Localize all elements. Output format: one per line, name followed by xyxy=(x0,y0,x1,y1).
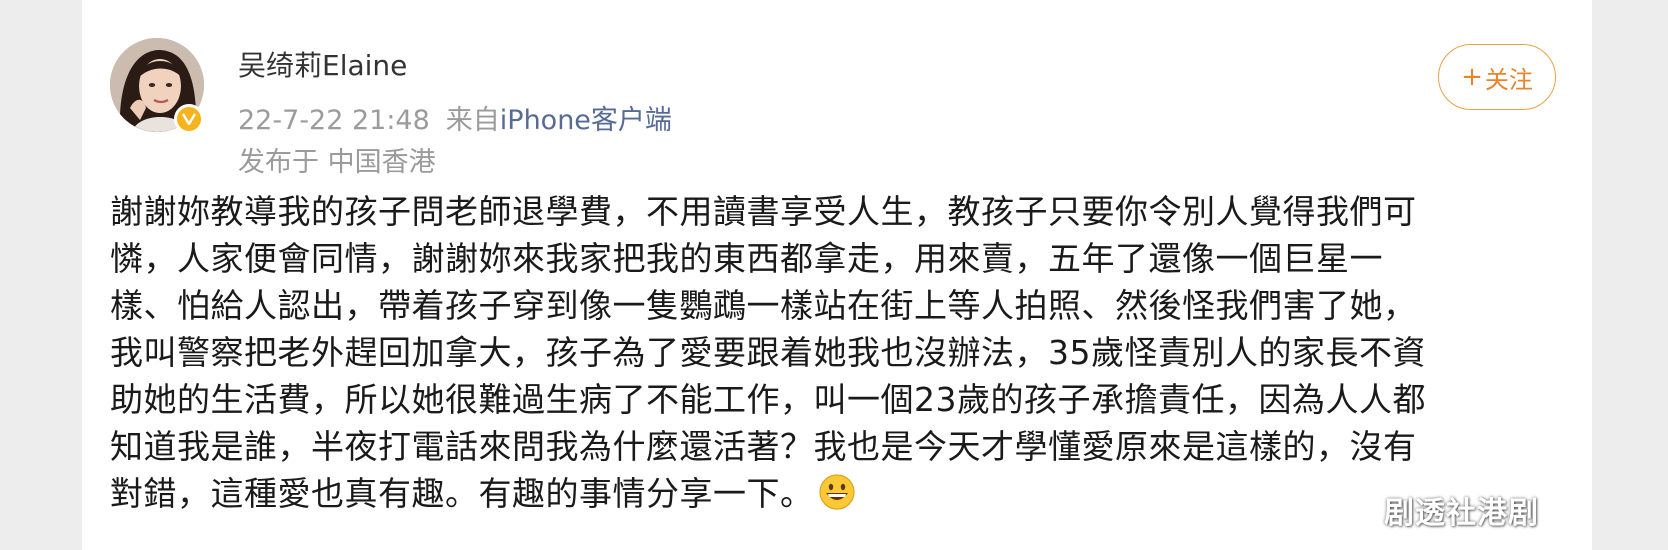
follow-button[interactable]: + 关注 xyxy=(1438,44,1556,110)
weibo-post-card: 吴绮莉Elaine 22-7-22 21:48 来自iPhone客户端 发布于 中… xyxy=(82,0,1592,550)
post-text-line: 我叫警察把老外趕回加拿大，孩子為了愛要跟着她我也沒辦法，35歲怪責別人的家長不資 xyxy=(110,333,1426,372)
post-text-line: 助她的生活費，所以她很難過生病了不能工作，叫一個23歲的孩子承擔責任，因為人人都 xyxy=(110,380,1426,419)
post-text-line: 知道我是誰，半夜打電話來問我為什麼還活著？我也是今天才學懂愛原來是這樣的，沒有 xyxy=(110,427,1417,466)
follow-label: 关注 xyxy=(1484,65,1533,94)
post-date: 22-7-22 21:48 xyxy=(238,105,430,136)
post-text-line: 樣、怕給人認出，帶着孩子穿到像一隻鸚鵡一樣站在街上等人拍照、然後怪我們害了她， xyxy=(110,286,1417,325)
plus-icon: + xyxy=(1461,62,1483,92)
grinning-face-emoji-icon xyxy=(818,473,856,511)
post-text-line: 對錯，這種愛也真有趣。有趣的事情分享一下。 xyxy=(110,474,814,513)
verified-badge-icon xyxy=(174,104,204,134)
post-text-line: 謝謝妳教導我的孩子問老師退學費，不用讀書享受人生，教孩子只要你令別人覺得我們可 xyxy=(110,192,1417,231)
page: 吴绮莉Elaine 22-7-22 21:48 来自iPhone客户端 发布于 中… xyxy=(0,0,1668,550)
source-link[interactable]: iPhone客户端 xyxy=(500,105,672,136)
post-meta: 22-7-22 21:48 来自iPhone客户端 xyxy=(238,98,672,137)
post-text-line: 憐，人家便會同情，謝謝妳來我家把我的東西都拿走，用來賣，五年了還像一個巨星一 xyxy=(110,239,1383,278)
author-name[interactable]: 吴绮莉Elaine xyxy=(238,44,407,84)
post-body: 謝謝妳教導我的孩子問老師退學費，不用讀書享受人生，教孩子只要你令別人覺得我們可 … xyxy=(110,188,1520,517)
post-location: 发布于 中国香港 xyxy=(238,147,436,178)
post-text-last-line: 對錯，這種愛也真有趣。有趣的事情分享一下。 xyxy=(110,470,1520,517)
watermark: 剧透社港剧 xyxy=(1384,496,1539,531)
source-prefix: 来自 xyxy=(445,105,500,136)
